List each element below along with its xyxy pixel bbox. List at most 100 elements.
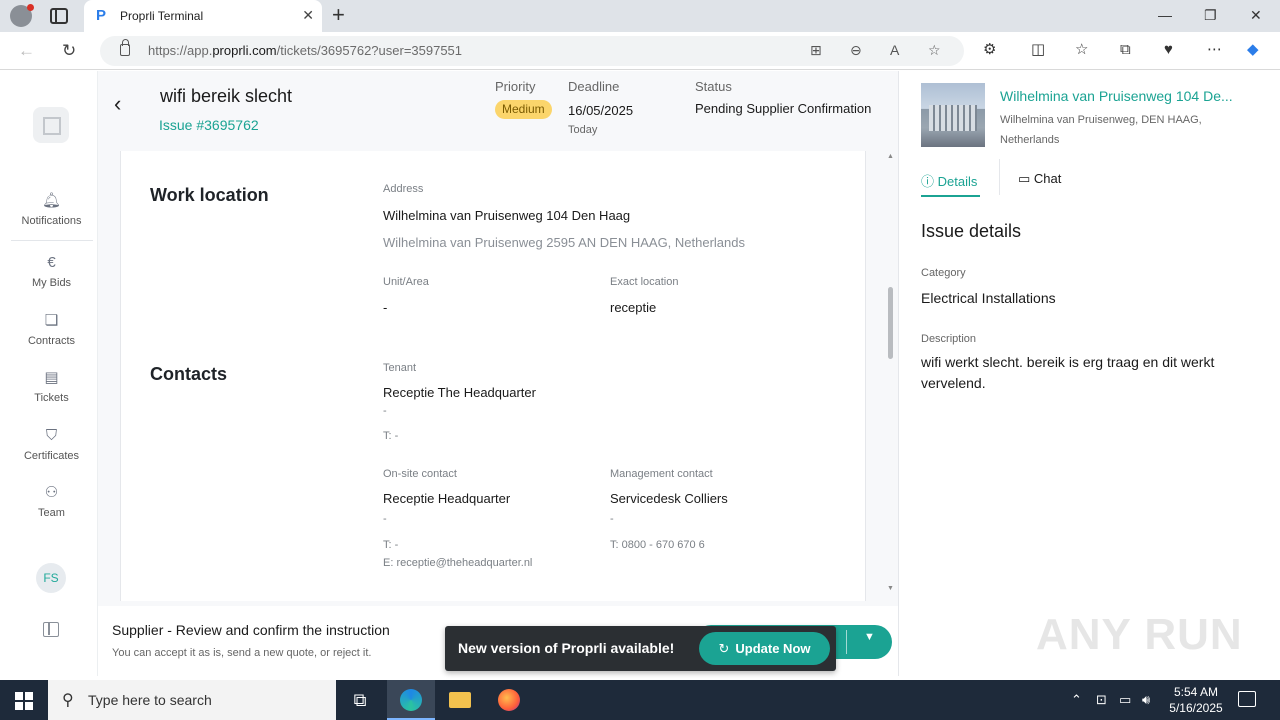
browser-tab[interactable]: P Proprli Terminal ✕ [84,0,322,32]
zoom-icon[interactable]: ⊖ [850,42,862,59]
tray-app-icon[interactable]: ⊡ [1096,692,1107,708]
refresh-icon: ↻ [718,641,730,656]
apps-icon[interactable]: ⊞ [810,42,822,59]
exact-location-label: Exact location [610,276,679,288]
priority-badge: Medium [495,100,552,119]
taskbar-search-placeholder: Type here to search [88,692,212,708]
sidebar-divider [11,240,93,241]
read-aloud-icon[interactable]: A [890,42,899,58]
management-contact-phone: T: 0800 - 670 670 6 [610,539,705,551]
scroll-down-icon[interactable]: ▼ [887,585,894,592]
system-clock[interactable]: 5:54 AM 5/16/2025 [1164,684,1228,716]
sidebar-item-tickets[interactable]: ▤ Tickets [5,368,98,404]
property-address: Wilhelmina van Pruisenweg, DEN HAAG, Net… [1000,114,1202,146]
refresh-icon[interactable]: ↻ [62,41,76,61]
onsite-contact-label: On-site contact [383,468,457,480]
onsite-contact-email[interactable]: E: receptie@theheadquarter.nl [383,557,532,569]
favorite-star-icon[interactable]: ☆ [928,42,941,59]
sidebar-item-label: Certificates [23,450,80,462]
ticket-details-card: Work location Address Wilhelmina van Pru… [120,151,866,601]
unit-area-value: - [383,300,388,315]
property-photo [921,83,985,147]
user-avatar[interactable]: FS [36,563,66,593]
windows-taskbar: ⚲ Type here to search ⧉ ⌃ ⊡ ▭ 🔊︎ 5:54 AM… [0,680,1280,720]
sidebar-item-certificates[interactable]: ⛉ Certificates [5,426,98,462]
description-label: Description [921,333,977,345]
network-icon[interactable]: ▭ [1119,692,1131,708]
sidebar-item-contracts[interactable]: ❏ Contracts [5,311,98,347]
tab-divider [999,159,1000,195]
tray-chevron-icon[interactable]: ⌃ [1071,692,1082,708]
sidebar-item-team[interactable]: ⚇ Team [5,483,98,519]
document-icon: ❏ [44,312,59,329]
task-view-icon[interactable]: ⧉ [336,680,384,720]
back-chevron-icon[interactable]: ‹ [114,91,121,117]
firefox-icon[interactable] [485,680,533,720]
edge-taskbar-icon[interactable] [387,680,435,720]
tab-details[interactable]: ⓘ Details [921,171,977,190]
collections-icon[interactable]: ⧉ [1120,42,1131,58]
address-line-2: Wilhelmina van Pruisenweg 2595 AN DEN HA… [383,235,746,250]
sidebar-item-label: Contracts [27,335,76,347]
onsite-contact-sub: - [383,513,387,525]
priority-label: Priority [495,79,536,94]
sidebar-item-label: Notifications [21,215,82,227]
management-contact-name: Servicedesk Colliers [610,491,728,506]
company-logo[interactable] [33,107,69,143]
close-window-button[interactable]: ✕ [1250,7,1262,24]
favorites-icon[interactable]: ☆ [1075,42,1088,58]
sidebar-item-notifications[interactable]: 🔔︎ Notifications [5,191,98,227]
chevron-down-icon[interactable]: ▼ [864,631,875,643]
tenant-label: Tenant [383,362,417,374]
ticket-main: ‹ wifi bereik slecht Issue #3695762 Prio… [98,71,898,676]
tab-actions-icon[interactable] [50,8,68,24]
proprli-favicon-icon: P [96,7,107,24]
file-explorer-icon[interactable] [436,680,484,720]
description-value: wifi werkt slecht. bereik is erg traag e… [921,354,1215,391]
category-value: Electrical Installations [921,290,1056,306]
status-label: Status [695,79,732,94]
profile-icon[interactable] [10,4,34,27]
more-menu-icon[interactable]: ⋯ [1207,42,1222,58]
update-toast: New version of Proprli available! ↻ Updat… [445,626,836,671]
restore-button[interactable]: ❐ [1204,7,1217,24]
sidebar: 🔔︎ Notifications € My Bids ❏ Contracts ▤… [5,71,98,676]
bell-icon: 🔔︎ [41,192,62,209]
management-contact-label: Management contact [610,468,713,480]
contacts-title: Contacts [150,364,228,384]
windows-start-icon[interactable] [15,692,33,710]
new-tab-button[interactable]: + [332,4,345,26]
taskbar-search[interactable]: ⚲ Type here to search [48,680,336,720]
sidebar-item-label: Tickets [34,392,69,404]
toast-message: New version of Proprli available! [458,640,675,656]
volume-icon[interactable]: 🔊︎ [1142,692,1150,708]
url-text[interactable]: https://app.proprli.com/tickets/3695762?… [148,43,462,58]
split-button-divider [846,630,847,654]
copilot-icon[interactable]: ◆ [1247,42,1259,58]
scroll-thumb[interactable] [888,287,893,359]
scroll-up-icon[interactable]: ▲ [887,153,894,160]
notification-center-icon[interactable] [1238,691,1256,707]
split-screen-icon[interactable]: ◫ [1031,42,1045,58]
lock-icon[interactable] [120,39,130,56]
content-scrollbar[interactable]: ▲ ▼ [885,151,895,596]
shield-check-icon: ⛉ [45,427,58,444]
tab-close-icon[interactable]: ✕ [302,7,314,24]
extensions-icon[interactable]: ⚙ [983,42,996,58]
browser-toolbar: ← ↻ https://app.proprli.com/tickets/3695… [0,32,1280,70]
browser-essentials-icon[interactable]: ♥ [1164,42,1173,58]
address-bar[interactable]: https://app.proprli.com/tickets/3695762?… [100,36,964,66]
sidebar-item-my-bids[interactable]: € My Bids [5,253,98,289]
property-name-link[interactable]: Wilhelmina van Pruisenweg 104 De... [1000,88,1233,104]
back-arrow-icon[interactable]: ← [18,41,35,61]
search-icon: ⚲ [62,692,74,709]
tab-chat[interactable]: ▭ Chat [1018,171,1061,187]
euro-icon: € [47,254,56,271]
info-icon: ⓘ [921,174,938,189]
onsite-contact-name: Receptie Headquarter [383,491,511,506]
minimize-button[interactable]: — [1158,7,1172,23]
property-panel: Wilhelmina van Pruisenweg 104 De... Wilh… [898,71,1274,676]
collapse-sidebar-icon[interactable] [43,622,59,637]
update-now-button[interactable]: ↻ Update Now [699,632,830,665]
exact-location-value: receptie [610,300,657,315]
